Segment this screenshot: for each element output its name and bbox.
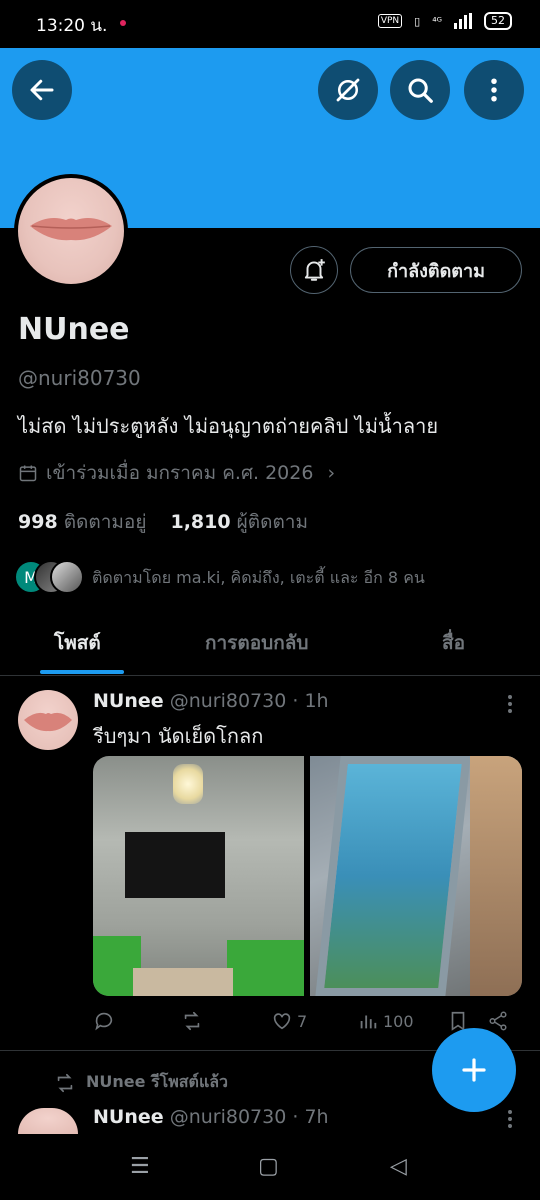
- picture-frame: [315, 756, 471, 996]
- battery-icon: 52: [484, 12, 512, 30]
- more-vertical-icon: [491, 78, 497, 102]
- post-text: รีบๆมา นัดเย็ดโกลก: [93, 724, 264, 748]
- system-nav-bar: ☰ ▢ ◁: [0, 1134, 540, 1200]
- media-photo-frame[interactable]: [310, 756, 522, 996]
- back-button[interactable]: [12, 60, 72, 120]
- repost-label[interactable]: NUnee รีโพสต์แล้ว: [86, 1070, 228, 1095]
- profile-display-name: NUnee: [18, 312, 130, 347]
- post-time: · 1h: [292, 690, 329, 712]
- green-chair-right: [227, 940, 304, 996]
- profile-bio: ไม่สด ไม่ประตูหลัง ไม่อนุญาตถ่ายคลิป ไม่…: [18, 414, 439, 438]
- following-button[interactable]: กำลังติดตาม: [350, 247, 522, 293]
- post2-author-name[interactable]: NUnee: [93, 1106, 164, 1128]
- vibrate-icon: ▯: [414, 14, 421, 28]
- tab-media[interactable]: สื่อ: [442, 628, 465, 658]
- grok-button[interactable]: [318, 60, 378, 120]
- post2-avatar[interactable]: [18, 1108, 78, 1134]
- notification-bell-button[interactable]: [290, 246, 338, 294]
- more-options-button[interactable]: [464, 60, 524, 120]
- profile-handle: @nuri80730: [18, 366, 141, 390]
- post-avatar[interactable]: [18, 690, 78, 750]
- status-icons: VPN ▯ ⁴ᴳ 52: [377, 12, 512, 30]
- plus-icon: [462, 1058, 486, 1082]
- followed-by[interactable]: M ติดตามโดย ma.ki, คิดม่ถึง, เตะตี้ และ …: [14, 560, 425, 596]
- wall-lamp: [173, 764, 203, 804]
- heart-icon: [273, 1013, 291, 1030]
- frame-background: [470, 756, 522, 996]
- tab-posts[interactable]: โพสต์: [54, 628, 101, 658]
- media-photo-room[interactable]: [93, 756, 304, 996]
- post-more-icon[interactable]: [508, 695, 514, 716]
- views-icon: [360, 1015, 377, 1029]
- repost-indicator: NUnee รีโพสต์แล้ว: [54, 1070, 228, 1095]
- status-bar: 13:20 น. VPN ▯ ⁴ᴳ 52: [0, 0, 540, 48]
- wall-tv: [125, 832, 225, 898]
- grok-icon: [336, 78, 360, 102]
- following-count: 998: [18, 511, 58, 533]
- lips-photo: [24, 712, 72, 732]
- home-icon[interactable]: ▢: [258, 1154, 279, 1179]
- table: [133, 968, 233, 996]
- share-icon: [489, 1011, 507, 1031]
- arrow-left-icon: [30, 79, 54, 101]
- followed-by-avatars: M: [14, 560, 84, 596]
- post2-header: NUnee @nuri80730 · 7h: [93, 1106, 329, 1128]
- status-time: 13:20 น.: [36, 16, 108, 36]
- joined-date[interactable]: เข้าร่วมเมื่อ มกราคม ค.ศ. 2026 ›: [18, 458, 335, 488]
- views-count: 100: [383, 1011, 414, 1031]
- post2-author-handle[interactable]: @nuri80730: [170, 1106, 287, 1128]
- like-button[interactable]: 7: [271, 1010, 307, 1032]
- followers-stat[interactable]: 1,810 ผู้ติดตาม: [170, 507, 308, 537]
- post-header: NUnee @nuri80730 · 1h: [93, 690, 329, 712]
- followed-by-text: ติดตามโดย ma.ki, คิดม่ถึง, เตะตี้ และ อี…: [92, 567, 425, 587]
- reply-icon: [95, 1012, 113, 1031]
- tab-replies[interactable]: การตอบกลับ: [205, 628, 308, 658]
- bell-plus-icon: [304, 259, 325, 281]
- follower-avatar-3: [50, 560, 84, 594]
- signal-icon: [454, 13, 472, 29]
- compose-post-button[interactable]: [432, 1028, 516, 1112]
- profile-avatar[interactable]: [14, 174, 128, 288]
- post2-time: · 7h: [292, 1106, 329, 1128]
- search-button[interactable]: [390, 60, 450, 120]
- reply-button[interactable]: [93, 1010, 115, 1032]
- following-label: ติดตามอยู่: [63, 511, 147, 533]
- followers-count: 1,810: [170, 511, 231, 533]
- calendar-icon: [19, 465, 37, 482]
- vpn-icon: VPN: [377, 14, 403, 28]
- network-type-icon: ⁴ᴳ: [432, 14, 442, 28]
- active-tab-indicator: [40, 670, 124, 674]
- search-icon: [408, 78, 433, 103]
- notification-dot-icon: [120, 20, 126, 26]
- followers-label: ผู้ติดตาม: [236, 511, 308, 533]
- back-nav-icon[interactable]: ◁: [390, 1154, 407, 1179]
- post-author-name[interactable]: NUnee: [93, 690, 164, 712]
- repost-icon: [57, 1073, 73, 1092]
- joined-date-text: เข้าร่วมเมื่อ มกราคม ค.ศ. 2026: [46, 462, 314, 484]
- profile-tabs: โพสต์ การตอบกลับ สื่อ: [0, 612, 540, 676]
- post2-more-icon[interactable]: [508, 1110, 514, 1131]
- post-media[interactable]: [93, 756, 522, 996]
- follow-stats: 998 ติดตามอยู่ 1,810 ผู้ติดตาม: [18, 507, 308, 537]
- recents-icon[interactable]: ☰: [130, 1154, 150, 1179]
- chevron-right-icon: ›: [327, 462, 336, 484]
- repost-button[interactable]: [181, 1010, 203, 1032]
- views-button[interactable]: 100: [357, 1010, 414, 1032]
- repost-icon: [184, 1011, 200, 1031]
- like-count: 7: [297, 1011, 308, 1031]
- lips-photo: [30, 218, 112, 241]
- share-button[interactable]: [487, 1010, 509, 1032]
- post-author-handle[interactable]: @nuri80730: [170, 690, 287, 712]
- following-stat[interactable]: 998 ติดตามอยู่: [18, 507, 146, 537]
